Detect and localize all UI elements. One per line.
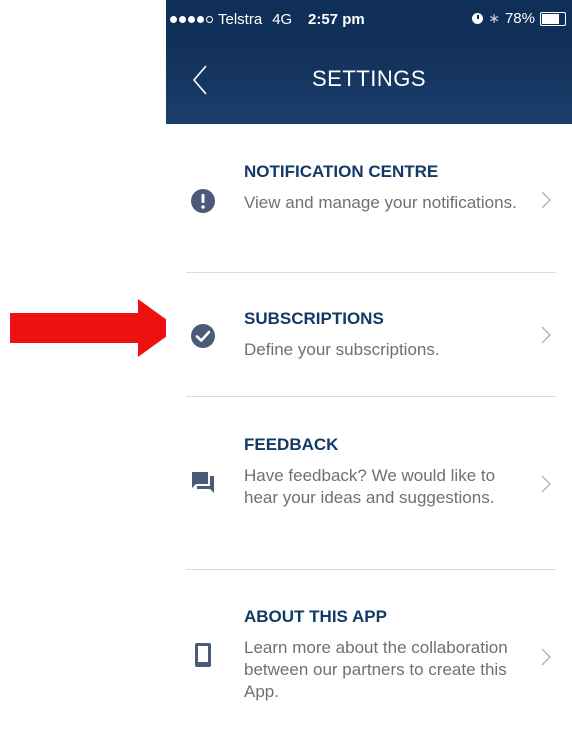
phone-screen: Telstra 4G 2:57 pm ∗ 78% SETTINGS NOTIFI… [166, 0, 572, 731]
status-time: 2:57 pm [308, 11, 365, 28]
settings-item-description: Have feedback? We would like to hear you… [244, 466, 496, 507]
signal-strength-icon [170, 16, 213, 23]
navigation-bar: SETTINGS [166, 38, 572, 124]
chevron-right-icon [541, 326, 551, 344]
network-type: 4G [272, 11, 293, 28]
settings-item-description: View and manage your notifications. [244, 193, 517, 212]
phone-icon [195, 643, 211, 667]
settings-item-title: SUBSCRIPTIONS [244, 309, 384, 328]
settings-item-title: ABOUT THIS APP [244, 607, 387, 626]
carrier-name: Telstra [218, 11, 263, 28]
page-title: SETTINGS [311, 66, 426, 91]
alarm-icon [472, 13, 484, 24]
screenshot-canvas: Telstra 4G 2:57 pm ∗ 78% SETTINGS NOTIFI… [0, 0, 572, 731]
settings-item-title: FEEDBACK [244, 435, 339, 454]
chevron-right-icon [541, 475, 551, 493]
settings-item-about-this-app[interactable]: ABOUT THIS APP Learn more about the coll… [166, 570, 572, 730]
chevron-right-icon [541, 648, 551, 666]
status-bar: Telstra 4G 2:57 pm ∗ 78% [166, 0, 572, 38]
settings-item-feedback[interactable]: FEEDBACK Have feedback? We would like to… [166, 397, 572, 569]
status-right: ∗ 78% [472, 10, 566, 27]
battery-icon [540, 11, 566, 26]
status-left: Telstra 4G [170, 11, 292, 28]
settings-item-title: NOTIFICATION CENTRE [244, 162, 439, 181]
exclamation-circle-icon [191, 189, 215, 213]
settings-item-description: Learn more about the collaboration betwe… [244, 638, 508, 701]
chat-bubbles-icon [192, 472, 214, 493]
settings-item-notification-centre[interactable]: NOTIFICATION CENTRE View and manage your… [166, 124, 572, 272]
settings-item-subscriptions[interactable]: SUBSCRIPTIONS Define your subscriptions. [166, 273, 572, 396]
bluetooth-icon: ∗ [488, 10, 500, 26]
settings-item-description: Define your subscriptions. [244, 340, 440, 359]
red-arrow-icon [10, 299, 178, 357]
chevron-right-icon [541, 191, 551, 209]
battery-percent: 78% [504, 10, 535, 27]
check-circle-icon [191, 324, 215, 348]
